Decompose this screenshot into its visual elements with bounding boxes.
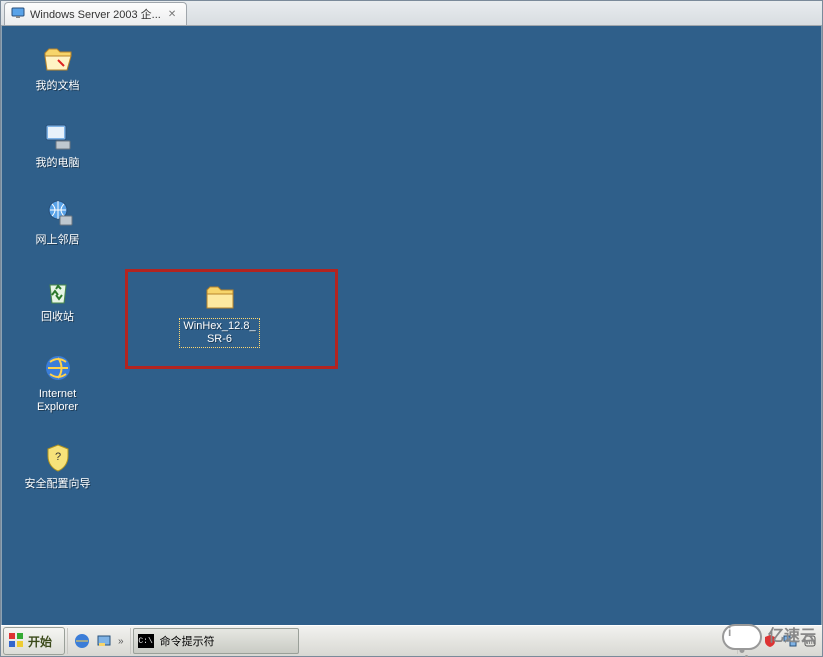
desktop-my-computer[interactable]: 我的电脑 — [20, 121, 95, 170]
task-label: 命令提示符 — [160, 633, 215, 649]
start-label: 开始 — [28, 633, 52, 650]
chevron-right-icon[interactable]: » — [116, 636, 126, 647]
desktop-my-documents[interactable]: 我的文档 — [20, 44, 95, 93]
desktop-internet-explorer[interactable]: Internet Explorer — [20, 352, 95, 414]
tab-strip: Windows Server 2003 企... ✕ — [1, 1, 822, 26]
start-button[interactable]: 开始 — [3, 627, 65, 655]
desktop-recycle-bin[interactable]: 回收站 — [20, 275, 95, 324]
icon-label: 我的文档 — [36, 80, 80, 93]
windows-logo-icon — [8, 632, 24, 651]
recycle-icon — [42, 275, 74, 307]
icon-label: Internet Explorer — [37, 388, 78, 414]
monitor-icon — [11, 6, 25, 23]
cloud-icon: i — [722, 624, 762, 650]
highlight-box — [125, 269, 338, 369]
taskbar: 开始 » C:\ 命令提示符 vm — [1, 625, 822, 656]
ie-icon — [42, 352, 74, 384]
folder-open-icon — [42, 44, 74, 76]
watermark: i 亿速云 — [722, 624, 816, 650]
quick-launch-show-desktop[interactable] — [94, 631, 114, 651]
icon-label: 安全配置向导 — [25, 478, 91, 491]
close-icon[interactable]: ✕ — [166, 9, 178, 20]
vm-tab[interactable]: Windows Server 2003 企... ✕ — [4, 2, 187, 25]
quick-launch: » — [67, 628, 131, 654]
icon-label: 回收站 — [41, 311, 74, 324]
icon-label: 我的电脑 — [36, 157, 80, 170]
svg-text:?: ? — [54, 451, 60, 463]
tab-title: Windows Server 2003 企... — [30, 6, 161, 22]
cmd-icon: C:\ — [138, 634, 154, 648]
taskbar-task-cmd[interactable]: C:\ 命令提示符 — [133, 628, 299, 654]
shield-icon: ? — [42, 442, 74, 474]
computer-icon — [42, 121, 74, 153]
desktop-network-neighborhood[interactable]: 网上邻居 — [20, 198, 95, 247]
icon-label: 网上邻居 — [36, 234, 80, 247]
desktop-security-config-wizard[interactable]: ? 安全配置向导 — [20, 442, 95, 491]
desktop-area[interactable]: 我的文档 我的电脑 网上邻居 回收站 Internet Explorer ? 安… — [1, 26, 822, 625]
network-icon — [42, 198, 74, 230]
watermark-text: 亿速云 — [768, 629, 816, 645]
quick-launch-ie[interactable] — [72, 631, 92, 651]
